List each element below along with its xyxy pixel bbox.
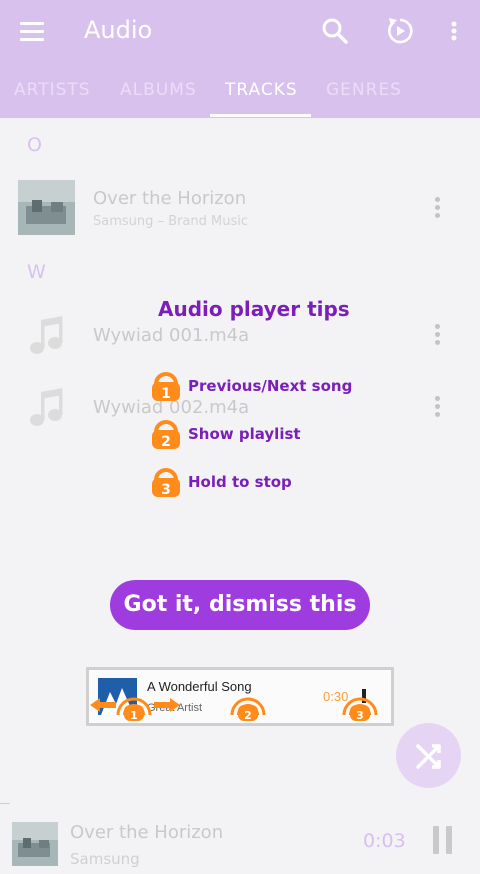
- arrow-left-icon: [90, 698, 100, 712]
- menu-icon[interactable]: [20, 22, 46, 42]
- track-title: Over the Horizon: [93, 188, 247, 209]
- now-playing-artist: Samsung: [70, 850, 140, 868]
- track-title: Wywiad 001.m4a: [93, 325, 250, 346]
- now-playing-album-art: [12, 822, 58, 866]
- active-tab-indicator: [210, 114, 311, 117]
- tip-number-badge-1: 1: [152, 372, 180, 402]
- music-note-icon: [30, 316, 63, 354]
- demo-marker-3: 3: [356, 709, 364, 722]
- demo-gesture-markers: 1 2 3: [90, 689, 378, 722]
- tip-number: 3: [161, 482, 171, 498]
- tip-label-show-playlist: Show playlist: [188, 425, 301, 443]
- section-header-w: W: [27, 261, 46, 283]
- track-more-icon[interactable]: [434, 324, 442, 348]
- tab-genres[interactable]: GENRES: [326, 80, 402, 100]
- demo-marker-2: 2: [244, 709, 252, 722]
- now-playing-time: 0:03: [363, 830, 406, 852]
- section-header-o: O: [27, 134, 42, 156]
- tip-number: 2: [161, 434, 171, 450]
- tab-artists[interactable]: ARTISTS: [14, 80, 91, 100]
- now-playing-title: Over the Horizon: [70, 822, 224, 843]
- tip-label-previous-next: Previous/Next song: [188, 377, 353, 395]
- tip-label-hold-to-stop: Hold to stop: [188, 473, 292, 491]
- divider: [0, 803, 10, 804]
- tips-title: Audio player tips: [158, 297, 350, 321]
- track-more-icon[interactable]: [434, 396, 442, 420]
- tip-number: 1: [161, 386, 171, 402]
- tip-number-badge-3: 3: [152, 468, 180, 498]
- tab-bar: ARTISTS ALBUMS TRACKS GENRES: [0, 72, 480, 118]
- more-options-icon[interactable]: [440, 16, 468, 46]
- tab-tracks[interactable]: TRACKS: [225, 80, 298, 100]
- tab-albums[interactable]: ALBUMS: [120, 80, 197, 100]
- demo-marker-1: 1: [130, 709, 138, 722]
- repeat-play-icon[interactable]: [385, 16, 415, 46]
- pause-icon[interactable]: [431, 826, 455, 854]
- tip-number-badge-2: 2: [152, 420, 180, 450]
- track-more-icon[interactable]: [434, 197, 442, 221]
- app-bar: Audio ARTISTS ALBUMS TRACKS GENRES: [0, 0, 480, 118]
- shuffle-button[interactable]: [396, 723, 461, 788]
- dismiss-tips-button[interactable]: Got it, dismiss this: [110, 580, 370, 630]
- app-title: Audio: [84, 16, 153, 44]
- arrow-right-icon: [170, 698, 180, 712]
- search-icon[interactable]: [320, 16, 350, 46]
- album-art-thumbnail: [18, 180, 75, 235]
- track-subtitle: Samsung – Brand Music: [93, 214, 248, 229]
- shuffle-icon: [416, 744, 441, 769]
- music-note-icon: [30, 388, 63, 426]
